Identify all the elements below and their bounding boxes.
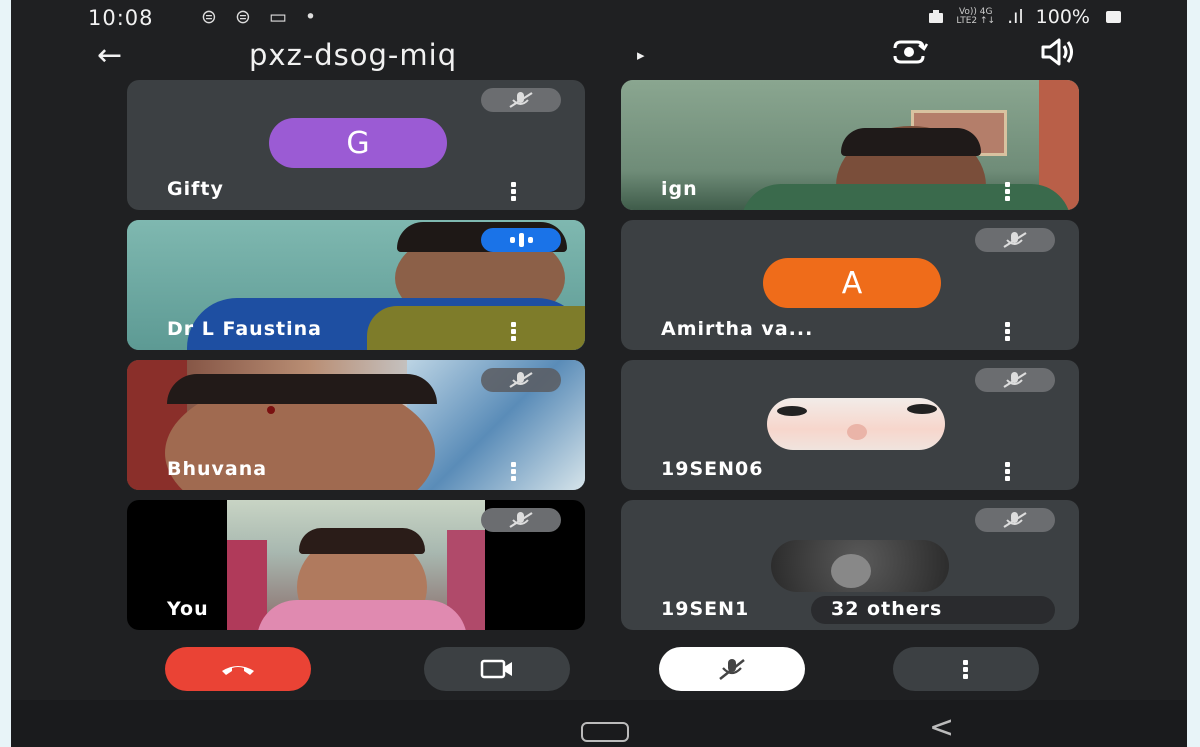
signal-icon: .ıl: [1007, 6, 1024, 28]
more-options-icon[interactable]: [1005, 462, 1011, 481]
participant-name: Amirtha va...: [661, 318, 814, 340]
self-video-feed: [227, 500, 485, 630]
meeting-details-caret-icon[interactable]: ▸: [637, 46, 645, 64]
participant-name: Dr L Faustina: [167, 318, 322, 340]
participant-name: 19SEN1: [661, 598, 750, 620]
more-options-icon[interactable]: [511, 322, 517, 341]
clock: 10:08: [88, 6, 154, 30]
avatar: [771, 540, 949, 592]
participant-tile-19sen06[interactable]: 19SEN06: [621, 360, 1079, 490]
participant-name: ign: [661, 178, 698, 200]
participant-name: You: [167, 598, 209, 620]
more-vert-icon: [963, 659, 969, 679]
participant-name: Gifty: [167, 178, 224, 200]
more-options-icon[interactable]: [1005, 322, 1011, 341]
mic-toggle-button[interactable]: [659, 647, 805, 691]
back-arrow-icon[interactable]: ←: [97, 38, 122, 73]
participant-tile-self[interactable]: You: [127, 500, 585, 630]
participant-name: 19SEN06: [661, 458, 764, 480]
meeting-code[interactable]: pxz-dsog-miq: [249, 38, 457, 72]
participant-tile-dr-l-faustina[interactable]: Dr L Faustina: [127, 220, 585, 350]
avatar: A: [763, 258, 941, 308]
battery-level: 100%: [1035, 6, 1090, 28]
home-button[interactable]: [581, 722, 629, 742]
participant-tile-gifty[interactable]: G Gifty: [127, 80, 585, 210]
end-call-button[interactable]: [165, 647, 311, 691]
meet-app-screen: 10:08 ⊜ ⊜ ▭ • Vo)) 4G LTE2 ↑↓ .ıl 100% ←…: [11, 0, 1187, 747]
system-navigation-bar: <: [11, 700, 1187, 747]
speaking-indicator-icon: [481, 228, 561, 252]
participant-tile-ign[interactable]: ign: [621, 80, 1079, 210]
status-bar: 10:08 ⊜ ⊜ ▭ • Vo)) 4G LTE2 ↑↓ .ıl 100%: [11, 0, 1187, 34]
participant-tile-bhuvana[interactable]: Bhuvana: [127, 360, 585, 490]
more-options-icon[interactable]: [511, 182, 517, 201]
mic-off-icon: [975, 508, 1055, 532]
mic-off-icon: [481, 508, 561, 532]
system-back-button[interactable]: <: [929, 710, 954, 745]
mic-off-icon: [719, 659, 745, 680]
more-options-button[interactable]: [893, 647, 1039, 691]
status-right: Vo)) 4G LTE2 ↑↓ .ıl 100%: [928, 6, 1121, 28]
top-app-bar: ← pxz-dsog-miq ▸: [11, 34, 1187, 78]
mic-off-icon: [481, 88, 561, 112]
others-count-label: 32 others: [831, 598, 943, 620]
others-count-pill[interactable]: 32 others: [811, 596, 1055, 624]
switch-camera-icon[interactable]: [889, 36, 929, 68]
participant-tile-amirtha[interactable]: A Amirtha va...: [621, 220, 1079, 350]
screen-rotate-icon: [929, 10, 944, 23]
videocam-icon: [480, 659, 512, 679]
mic-off-icon: [481, 368, 561, 392]
speaker-icon[interactable]: [1039, 36, 1077, 68]
avatar: [767, 398, 945, 450]
avatar: G: [269, 118, 447, 168]
more-options-icon[interactable]: [511, 462, 517, 481]
battery-icon: [1106, 11, 1121, 23]
hang-up-icon: [222, 666, 254, 675]
camera-toggle-button[interactable]: [424, 647, 570, 691]
more-options-icon[interactable]: [1005, 182, 1011, 201]
notification-icons: ⊜ ⊜ ▭ •: [201, 6, 323, 28]
network-bottom-label: LTE2 ↑↓: [956, 16, 996, 26]
network-type: Vo)) 4G LTE2 ↑↓: [956, 8, 995, 26]
mic-off-icon: [975, 228, 1055, 252]
mic-off-icon: [975, 368, 1055, 392]
participant-name: Bhuvana: [167, 458, 268, 480]
